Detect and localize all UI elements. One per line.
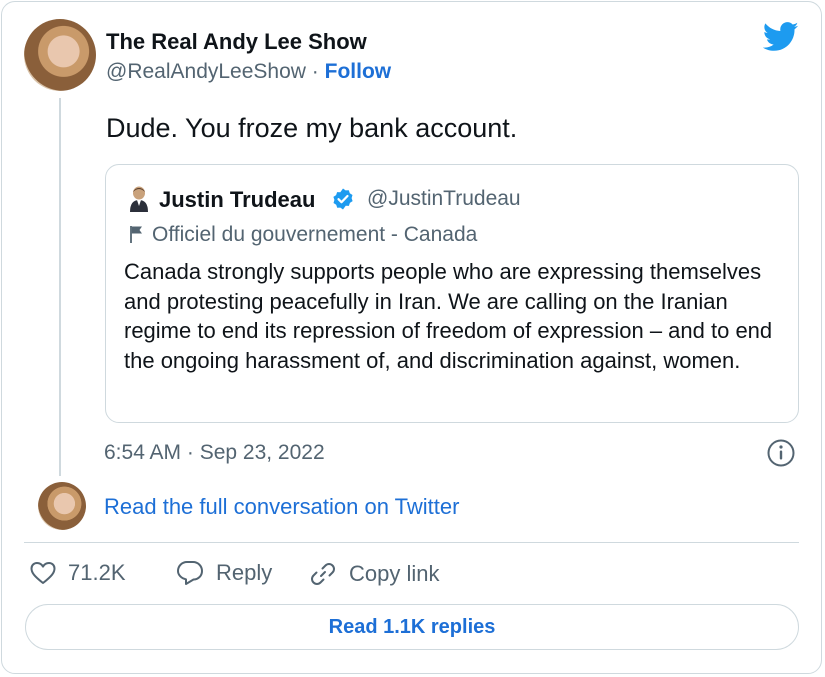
read-conversation-link[interactable]: Read the full conversation on Twitter [104,494,459,520]
conversation-avatar[interactable] [38,482,86,530]
tweet-timestamp[interactable]: 6:54 AM · Sep 23, 2022 [104,441,325,465]
verified-badge-icon [331,187,355,211]
handle-separator: · [311,60,319,83]
reply-bubble-icon [177,561,203,585]
like-count: 71.2K [68,560,126,585]
author-handle[interactable]: @RealAndyLeeShow [106,60,306,83]
twitter-logo-icon[interactable] [762,22,799,52]
copy-link-label: Copy link [349,561,440,586]
reply-label: Reply [216,560,273,585]
quoted-author-handle[interactable]: @JustinTrudeau [367,187,521,211]
follow-button[interactable]: Follow [325,60,392,83]
flag-icon [128,224,146,244]
quoted-author-avatar[interactable] [128,186,150,212]
author-name[interactable]: The Real Andy Lee Show [106,29,367,55]
author-avatar[interactable] [24,19,96,91]
author-handle-row: @RealAndyLeeShow · Follow [106,60,391,84]
quoted-tweet-text: Canada strongly supports people who are … [124,259,773,373]
thread-line [59,98,61,476]
reply-action[interactable]: Reply [176,560,272,586]
tweet-text: Dude. You froze my bank account. [106,113,518,143]
heart-icon [30,562,56,584]
link-icon [311,563,335,585]
quoted-author-name[interactable]: Justin Trudeau [159,187,315,213]
government-label: Officiel du gouvernement - Canada [152,223,478,246]
copy-link-action[interactable]: Copy link [309,560,439,588]
read-replies-button[interactable]: Read 1.1K replies [25,604,799,650]
like-action[interactable]: 71.2K [30,560,126,586]
section-divider [24,542,799,543]
info-icon[interactable] [766,438,796,468]
